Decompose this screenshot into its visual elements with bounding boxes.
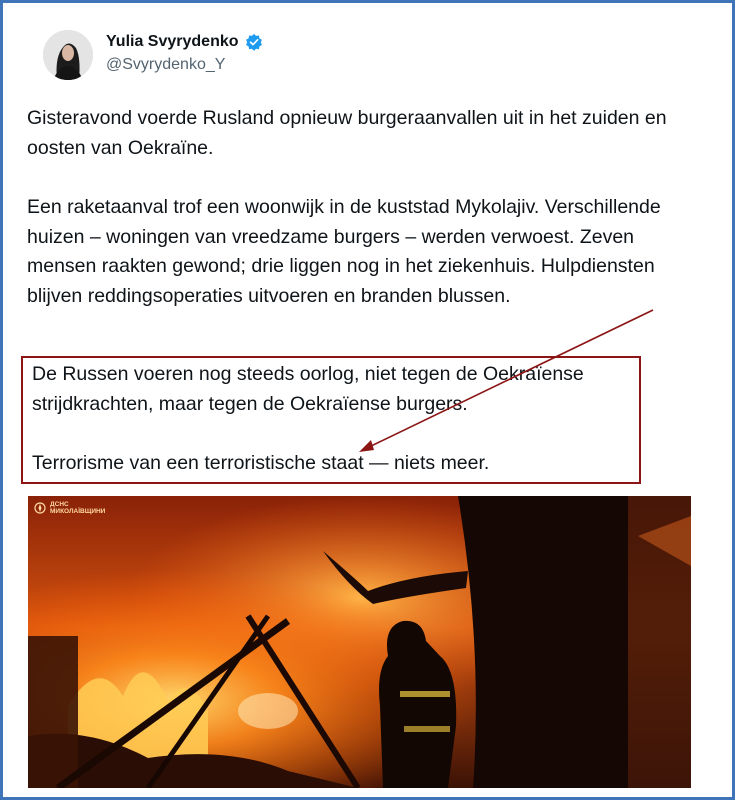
tweet-paragraph-1: Gisteravond voerde Rusland opnieuw burge… [27,107,667,159]
fire-scene-image [28,496,691,788]
author-name-row: Yulia Svyrydenko [106,33,263,51]
author-avatar[interactable] [43,30,93,80]
dsns-emblem-icon [34,502,46,514]
author-name[interactable]: Yulia Svyrydenko [106,33,239,51]
watermark-line-2: МИКОЛАЇВЩИНИ [50,508,106,515]
tweet-photo[interactable]: ДСНС МИКОЛАЇВЩИНИ [28,496,691,788]
author-handle[interactable]: @Svyrydenko_Y [106,56,225,74]
tweet-paragraph-2: Een raketaanval trof een woonwijk in de … [27,196,661,307]
watermark-line-1: ДСНС [50,501,69,508]
photo-watermark: ДСНС МИКОЛАЇВЩИНИ [34,501,105,515]
tweet-screenshot-frame: Yulia Svyrydenko @Svyrydenko_Y Gisteravo… [0,0,735,800]
tweet-paragraph-4: Terrorisme van een terroristische staat … [32,452,490,474]
tweet-paragraph-3: De Russen voeren nog steeds oorlog, niet… [32,363,584,415]
verified-badge-icon [245,33,262,51]
